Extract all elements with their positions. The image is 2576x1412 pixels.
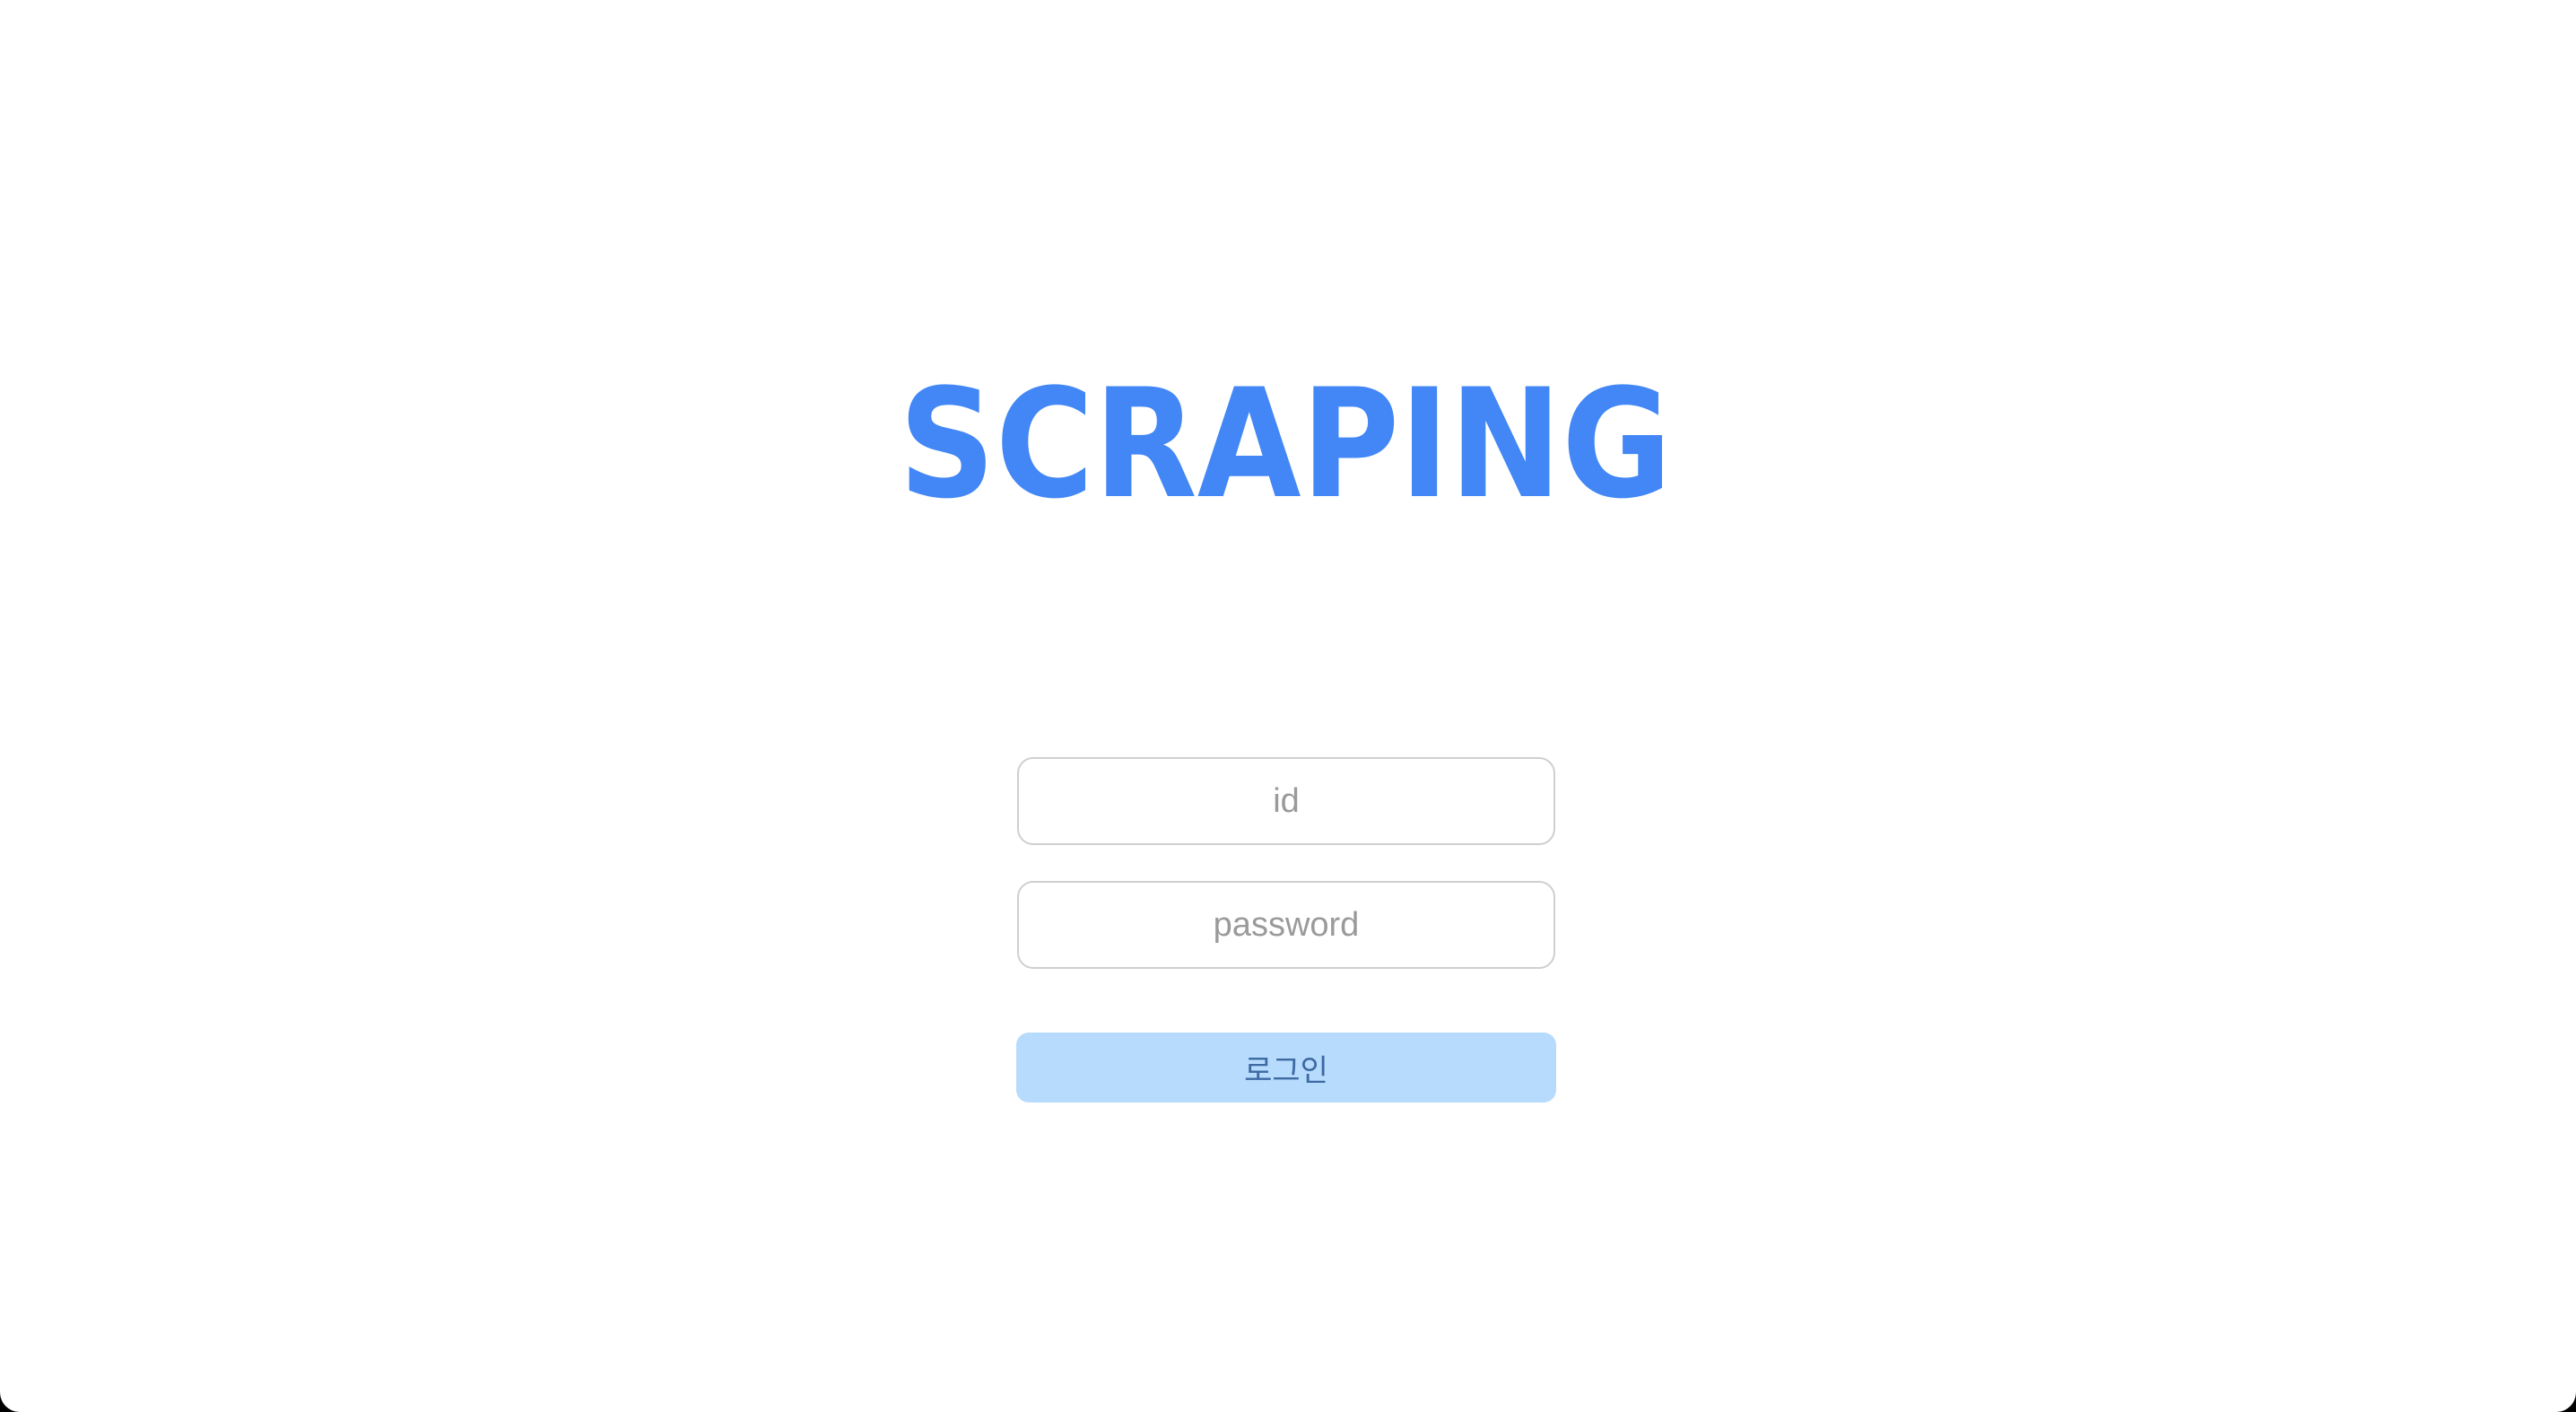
logo-text: SCRAPING bbox=[899, 381, 1672, 503]
login-button[interactable]: 로그인 bbox=[1016, 1033, 1556, 1103]
id-input[interactable] bbox=[1017, 757, 1555, 845]
scraping-logo: SCRAPING bbox=[899, 381, 1672, 503]
login-page: SCRAPING 로그인 bbox=[0, 0, 2576, 1412]
password-input[interactable] bbox=[1017, 881, 1555, 969]
